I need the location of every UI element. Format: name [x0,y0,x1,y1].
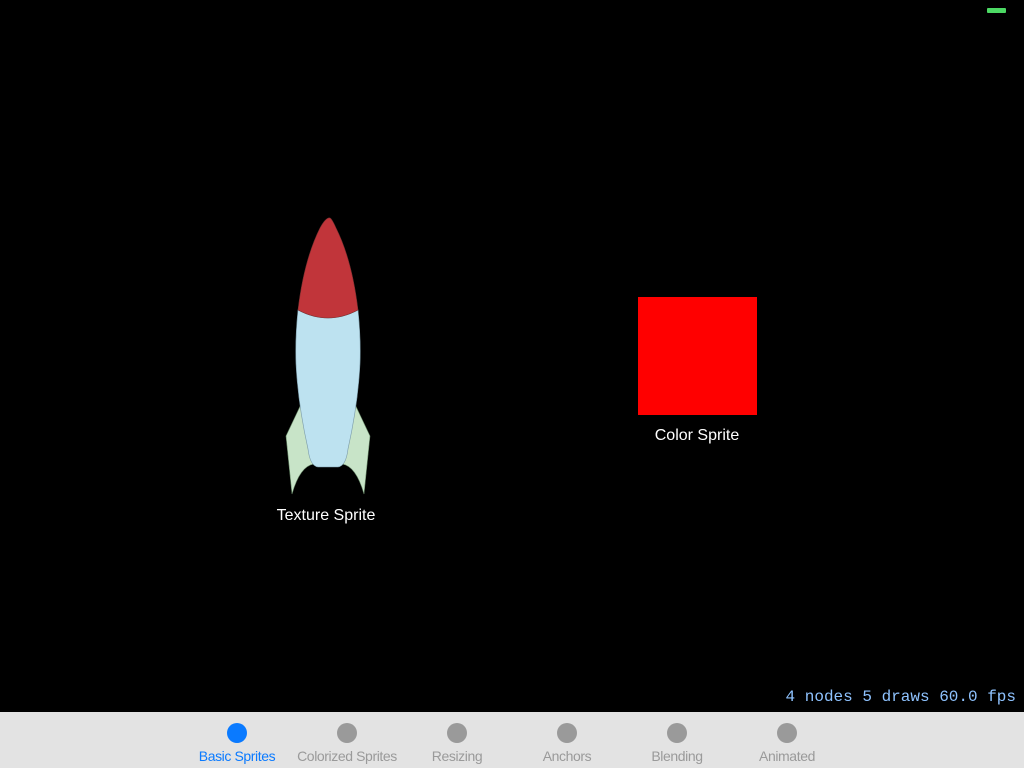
tab-label: Anchors [542,748,592,764]
stats-fps: 60.0 fps [939,688,1016,706]
tab-label: Blending [651,748,703,764]
tab-blending[interactable]: Blending [622,712,732,768]
color-sprite-label: Color Sprite [654,427,740,444]
tab-bar: Basic Sprites Colorized Sprites Resizing… [0,712,1024,768]
tab-basic-sprites[interactable]: Basic Sprites [182,712,292,768]
tab-animated[interactable]: Animated [732,712,842,768]
tab-label: Colorized Sprites [297,748,397,764]
rocket-sprite [285,217,371,495]
rocket-nose [297,217,359,319]
texture-sprite-label: Texture Sprite [276,507,376,524]
stats-nodes: 4 nodes [785,688,853,706]
tab-anchors[interactable]: Anchors [512,712,622,768]
battery-icon [987,8,1006,13]
tab-label: Resizing [431,748,483,764]
tab-resizing[interactable]: Resizing [402,712,512,768]
color-sprite [638,297,757,415]
circle-icon [667,723,687,743]
circle-icon [777,723,797,743]
stats-overlay: 4 nodes 5 draws 60.0 fps [786,688,1016,706]
stats-draws: 5 draws [862,688,930,706]
tab-list: Basic Sprites Colorized Sprites Resizing… [182,712,842,768]
sprite-scene[interactable]: Texture Sprite Color Sprite 4 nodes 5 dr… [0,0,1024,712]
tab-label: Basic Sprites [198,748,276,764]
circle-icon [557,723,577,743]
app-window: Texture Sprite Color Sprite 4 nodes 5 dr… [0,0,1024,768]
circle-icon [337,723,357,743]
circle-icon [227,723,247,743]
tab-colorized-sprites[interactable]: Colorized Sprites [292,712,402,768]
tab-label: Animated [759,748,815,764]
circle-icon [447,723,467,743]
